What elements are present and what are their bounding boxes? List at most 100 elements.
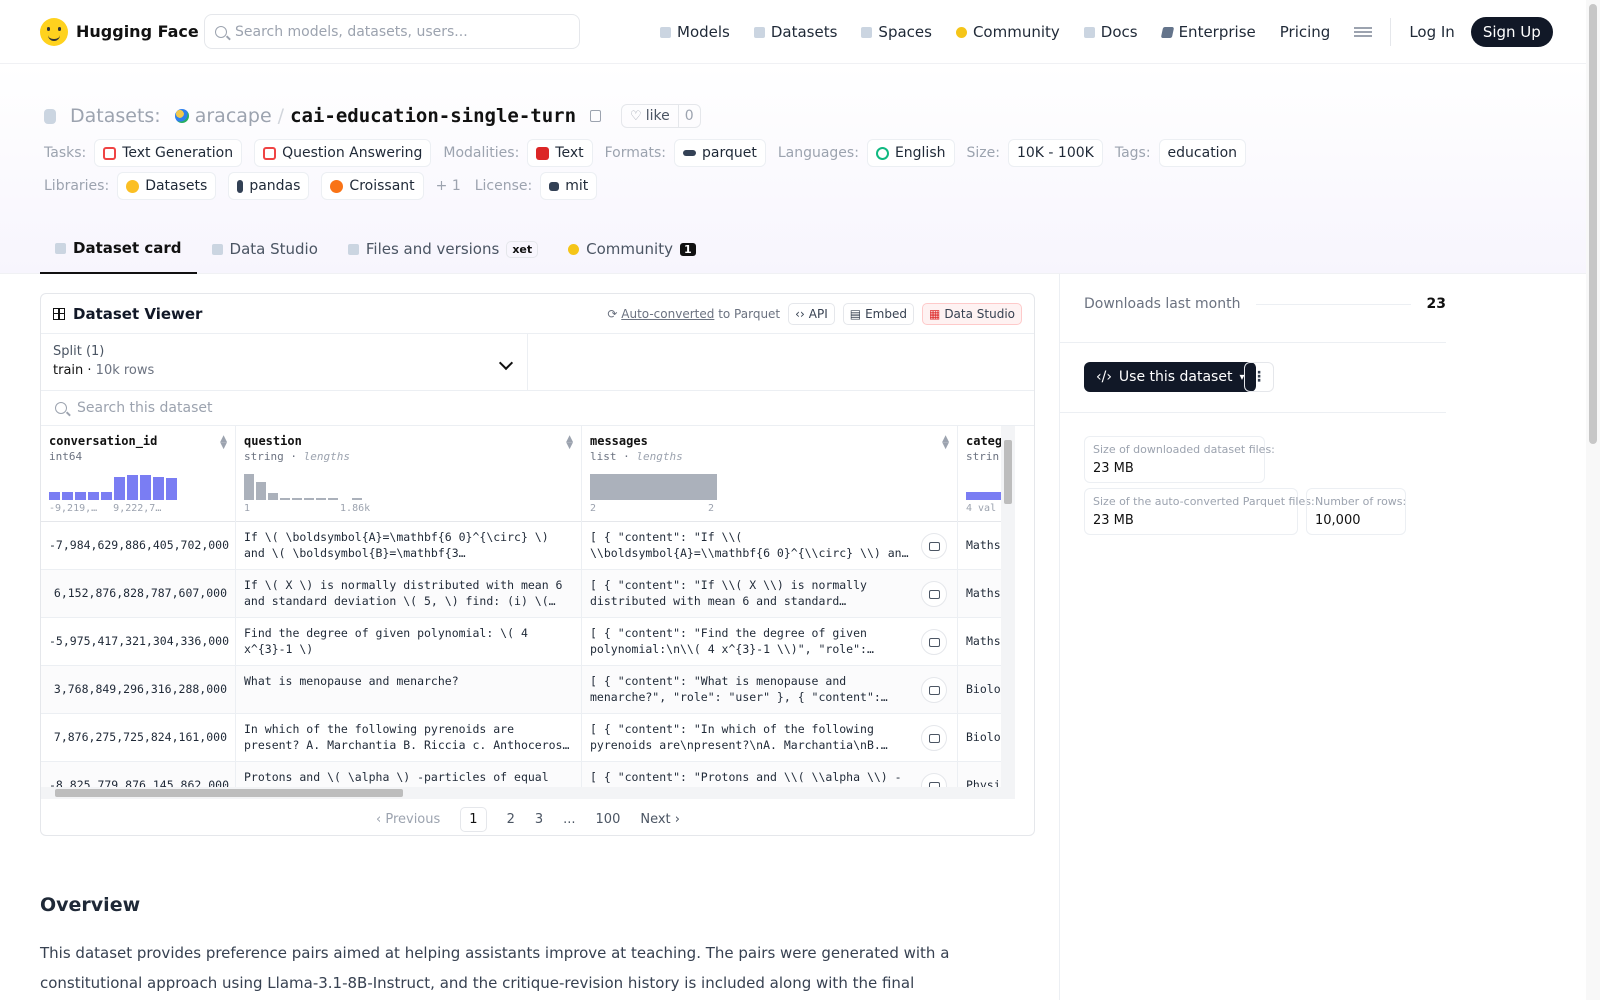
cell-category[interactable]: Physi — [958, 762, 1001, 787]
cell-conversation-id[interactable]: 6,152,876,828,787,607,000 — [41, 570, 236, 618]
nav-pricing[interactable]: Pricing — [1280, 23, 1331, 41]
cell-conversation-id[interactable]: 7,876,275,725,824,161,000 — [41, 714, 236, 762]
nav-datasets[interactable]: Datasets — [753, 23, 837, 41]
page-3[interactable]: 3 — [535, 812, 543, 827]
cell-category[interactable]: Maths — [958, 570, 1001, 618]
cell-conversation-id[interactable]: -7,984,629,886,405,702,000 — [41, 522, 236, 570]
libraries-more[interactable]: + 1 — [436, 178, 461, 194]
cell-category[interactable]: Maths — [958, 522, 1001, 570]
cell-category[interactable]: Biolo — [958, 666, 1001, 714]
embed-button[interactable]: ▤ Embed — [842, 302, 914, 325]
open-conversation-button[interactable] — [921, 581, 947, 607]
table-row[interactable]: 3,768,849,296,316,288,000 What is menopau… — [41, 666, 1001, 714]
column-header-category[interactable]: categ strin 4 val — [958, 426, 1001, 522]
tag-library-pandas[interactable]: pandas — [228, 172, 310, 200]
table-row[interactable]: 6,152,876,828,787,607,000 If \( X \) is n… — [41, 570, 1001, 618]
cell-question[interactable]: Find the degree of given polynomial: \( … — [236, 618, 582, 666]
global-search-input[interactable]: Search models, datasets, users... — [204, 14, 580, 49]
use-this-dataset-button[interactable]: ‹/› Use this dataset ▾ — [1084, 362, 1257, 392]
more-menu-icon[interactable] — [1354, 27, 1373, 37]
cell-messages[interactable]: [ { "content": "If \\( X \\) is normally… — [582, 570, 958, 618]
nav-models[interactable]: Models — [660, 23, 730, 41]
cell-conversation-id[interactable]: 3,768,849,296,316,288,000 — [41, 666, 236, 714]
copy-icon[interactable] — [590, 110, 602, 122]
owner-link[interactable]: aracape — [195, 105, 272, 127]
table-row[interactable]: -5,975,417,321,304,336,000 Find the degre… — [41, 618, 1001, 666]
split-selector[interactable]: Split (1) train · 10k rows — [41, 334, 528, 390]
tag-license-mit[interactable]: mit — [540, 172, 598, 200]
tag-library-datasets[interactable]: Datasets — [117, 172, 217, 200]
nav-docs[interactable]: Docs — [1083, 23, 1138, 41]
breadcrumb-datasets[interactable]: Datasets: — [70, 105, 161, 127]
sort-icon[interactable]: ▲ ▼ — [942, 435, 949, 451]
tag-language-english[interactable]: English — [866, 139, 955, 167]
page-1[interactable]: 1 — [460, 806, 487, 832]
cell-category[interactable]: Maths — [958, 618, 1001, 666]
cell-messages[interactable]: [ { "content": "Protons and \\( \\alpha … — [582, 762, 958, 787]
histogram-conversation-id[interactable] — [49, 474, 177, 500]
scrollbar-thumb[interactable] — [1004, 440, 1012, 504]
pagination-next[interactable]: Next › — [640, 812, 680, 827]
cell-question[interactable]: If \( \boldsymbol{A}=\mathbf{6 0}^{\circ… — [236, 522, 582, 570]
tag-education[interactable]: education — [1158, 139, 1247, 167]
tag-library-croissant[interactable]: Croissant — [321, 172, 424, 200]
tab-data-studio[interactable]: Data Studio — [197, 230, 333, 268]
open-conversation-button[interactable] — [921, 629, 947, 655]
open-conversation-button[interactable] — [921, 725, 947, 751]
tag-text-generation[interactable]: Text Generation — [94, 139, 243, 167]
table-row[interactable]: -7,984,629,886,405,702,000 If \( \boldsym… — [41, 522, 1001, 570]
hf-logo[interactable]: Hugging Face — [40, 17, 204, 46]
tab-files-and-versions[interactable]: Files and versions xet — [333, 230, 553, 268]
data-studio-button[interactable]: ▦ Data Studio — [921, 302, 1022, 325]
sort-icon[interactable]: ▲ ▼ — [220, 435, 227, 451]
histogram-category[interactable] — [966, 474, 1001, 500]
nav-community[interactable]: Community — [955, 23, 1060, 41]
pagination-previous[interactable]: ‹ Previous — [376, 812, 440, 827]
auto-converted-link[interactable]: Auto-converted — [621, 307, 714, 321]
scrollbar-thumb[interactable] — [55, 789, 403, 797]
open-conversation-button[interactable] — [921, 533, 947, 559]
column-header-conversation-id[interactable]: conversation_id int64 ▲ ▼ -9,219,… 9,222,7… — [41, 426, 236, 522]
scrollbar-thumb[interactable] — [1589, 4, 1597, 444]
cell-question[interactable]: If \( X \) is normally distributed with … — [236, 570, 582, 618]
table-row[interactable]: 7,876,275,725,824,161,000 In which of the… — [41, 714, 1001, 762]
cell-messages[interactable]: [ { "content": "If \\( \\boldsymbol{A}=\… — [582, 522, 958, 570]
cell-question[interactable]: What is menopause and menarche? — [236, 666, 582, 714]
tag-question-answering[interactable]: Question Answering — [254, 139, 432, 167]
cell-question[interactable]: Protons and \( \alpha \) -particles of e… — [236, 762, 582, 787]
cell-conversation-id[interactable]: -8,825,779,876,145,862,000 — [41, 762, 236, 787]
cell-question[interactable]: In which of the following pyrenoids are … — [236, 714, 582, 762]
nav-spaces[interactable]: Spaces — [861, 23, 932, 41]
tab-community[interactable]: Community 1 — [553, 230, 710, 268]
tag-modality-text[interactable]: Text — [527, 139, 593, 167]
page-scrollbar[interactable] — [1586, 0, 1600, 1000]
tag-format-parquet[interactable]: parquet — [673, 139, 766, 167]
nav-enterprise[interactable]: Enterprise — [1160, 23, 1256, 41]
cell-messages[interactable]: [ { "content": "Find the degree of given… — [582, 618, 958, 666]
like-button[interactable]: ♡ like 0 — [621, 104, 701, 128]
cell-messages[interactable]: [ { "content": "What is menopause and me… — [582, 666, 958, 714]
open-conversation-button[interactable] — [921, 677, 947, 703]
dataset-search-input[interactable]: Search this dataset — [41, 391, 1034, 426]
cell-conversation-id[interactable]: -5,975,417,321,304,336,000 — [41, 618, 236, 666]
more-options-button[interactable]: ⋮ — [1244, 362, 1274, 392]
sort-icon[interactable]: ▲ ▼ — [566, 435, 573, 451]
histogram-messages[interactable] — [590, 474, 717, 500]
cell-category[interactable]: Biolo — [958, 714, 1001, 762]
table-vertical-scrollbar[interactable] — [1001, 426, 1015, 787]
histogram-question[interactable] — [244, 474, 362, 500]
open-conversation-button[interactable] — [921, 773, 947, 787]
page-2[interactable]: 2 — [507, 812, 515, 827]
column-header-question[interactable]: question string · lengths ▲ ▼ 1 1.86k — [236, 426, 582, 522]
tab-dataset-card[interactable]: Dataset card — [40, 230, 197, 274]
signup-button[interactable]: Sign Up — [1470, 17, 1553, 47]
repo-name[interactable]: cai-education-single-turn — [290, 105, 576, 127]
table-horizontal-scrollbar[interactable] — [41, 787, 1015, 799]
page-100[interactable]: 100 — [596, 812, 621, 827]
column-header-messages[interactable]: messages list · lengths ▲ ▼ 22 — [582, 426, 958, 522]
table-row[interactable]: -8,825,779,876,145,862,000 Protons and \(… — [41, 762, 1001, 787]
api-button[interactable]: ‹› API — [788, 302, 835, 325]
tag-size[interactable]: 10K - 100K — [1007, 139, 1103, 167]
login-link[interactable]: Log In — [1409, 23, 1455, 41]
cell-messages[interactable]: [ { "content": "In which of the followin… — [582, 714, 958, 762]
